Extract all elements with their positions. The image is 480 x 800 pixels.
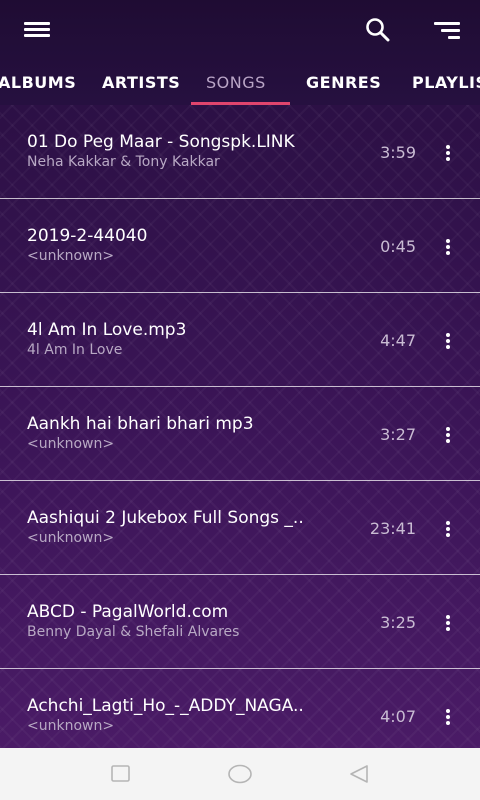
song-row[interactable]: Aashiqui 2 Jukebox Full Songs _.. <unkno… — [0, 481, 480, 575]
tab-artists[interactable]: ARTISTS — [102, 73, 180, 92]
song-row[interactable]: 2019-2-44040 <unknown> 0:45 — [0, 199, 480, 293]
more-vertical-icon[interactable] — [438, 141, 458, 163]
song-title: ABCD - PagalWorld.com — [27, 602, 229, 622]
hamburger-menu-icon[interactable] — [20, 14, 54, 46]
song-title: Aankh hai bhari bhari mp3 — [27, 414, 254, 434]
song-row[interactable]: ABCD - PagalWorld.com Benny Dayal & Shef… — [0, 575, 480, 669]
song-artist: Benny Dayal & Shefali Alvares — [27, 624, 240, 640]
song-row[interactable]: 4l Am In Love.mp3 4l Am In Love 4:47 — [0, 293, 480, 387]
more-vertical-icon[interactable] — [438, 611, 458, 633]
song-title: Aashiqui 2 Jukebox Full Songs _.. — [27, 508, 304, 528]
song-duration: 23:41 — [369, 519, 416, 538]
song-duration: 3:59 — [380, 143, 416, 162]
square-icon[interactable] — [108, 762, 134, 786]
song-row[interactable]: Aankh hai bhari bhari mp3 <unknown> 3:27 — [0, 387, 480, 481]
song-artist: 4l Am In Love — [27, 342, 123, 358]
song-artist: Neha Kakkar & Tony Kakkar — [27, 154, 220, 170]
tab-playlists[interactable]: PLAYLISTS — [412, 73, 480, 92]
search-icon[interactable] — [362, 14, 394, 46]
song-duration: 0:45 — [380, 237, 416, 256]
top-app-bar: ALBUMS ARTISTS SONGS GENRES PLAYLISTS — [0, 0, 480, 105]
song-title: 2019-2-44040 — [27, 226, 148, 246]
song-artist: <unknown> — [27, 248, 115, 264]
song-duration: 3:27 — [380, 425, 416, 444]
circle-icon[interactable] — [226, 762, 254, 786]
song-row[interactable]: Achchi_Lagti_Ho_-_ADDY_NAGA.. <unknown> … — [0, 669, 480, 748]
triangle-back-icon[interactable] — [346, 762, 372, 786]
tab-songs[interactable]: SONGS — [206, 73, 266, 92]
tab-albums[interactable]: ALBUMS — [0, 73, 76, 92]
tab-bar: ALBUMS ARTISTS SONGS GENRES PLAYLISTS — [0, 60, 480, 105]
more-vertical-icon[interactable] — [438, 423, 458, 445]
song-artist: <unknown> — [27, 718, 115, 734]
more-vertical-icon[interactable] — [438, 517, 458, 539]
more-vertical-icon[interactable] — [438, 235, 458, 257]
sort-icon[interactable] — [430, 14, 464, 46]
song-duration: 4:47 — [380, 331, 416, 350]
song-row[interactable]: 01 Do Peg Maar - Songspk.LINK Neha Kakka… — [0, 105, 480, 199]
song-list[interactable]: 01 Do Peg Maar - Songspk.LINK Neha Kakka… — [0, 105, 480, 748]
more-vertical-icon[interactable] — [438, 705, 458, 727]
music-player-screen: ALBUMS ARTISTS SONGS GENRES PLAYLISTS 01… — [0, 0, 480, 800]
more-vertical-icon[interactable] — [438, 329, 458, 351]
song-artist: <unknown> — [27, 530, 115, 546]
song-duration: 3:25 — [380, 613, 416, 632]
system-navigation-bar — [0, 748, 480, 800]
song-title: 01 Do Peg Maar - Songspk.LINK — [27, 132, 295, 152]
song-artist: <unknown> — [27, 436, 115, 452]
song-title: Achchi_Lagti_Ho_-_ADDY_NAGA.. — [27, 696, 304, 716]
song-duration: 4:07 — [380, 707, 416, 726]
tab-genres[interactable]: GENRES — [306, 73, 381, 92]
song-title: 4l Am In Love.mp3 — [27, 320, 187, 340]
